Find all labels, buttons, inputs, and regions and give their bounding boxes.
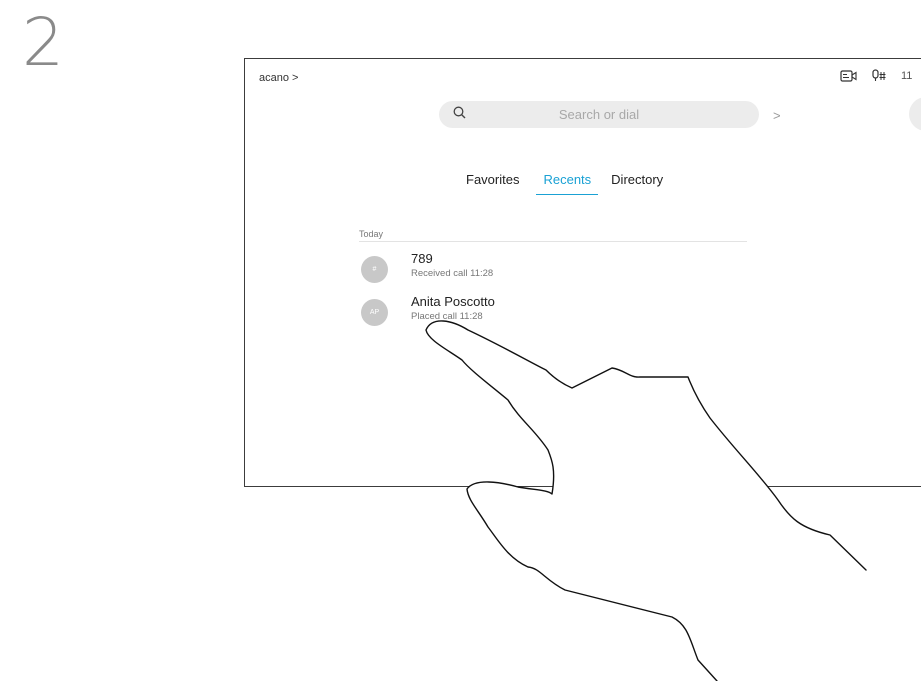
hand-gesture-icon bbox=[425, 320, 867, 681]
